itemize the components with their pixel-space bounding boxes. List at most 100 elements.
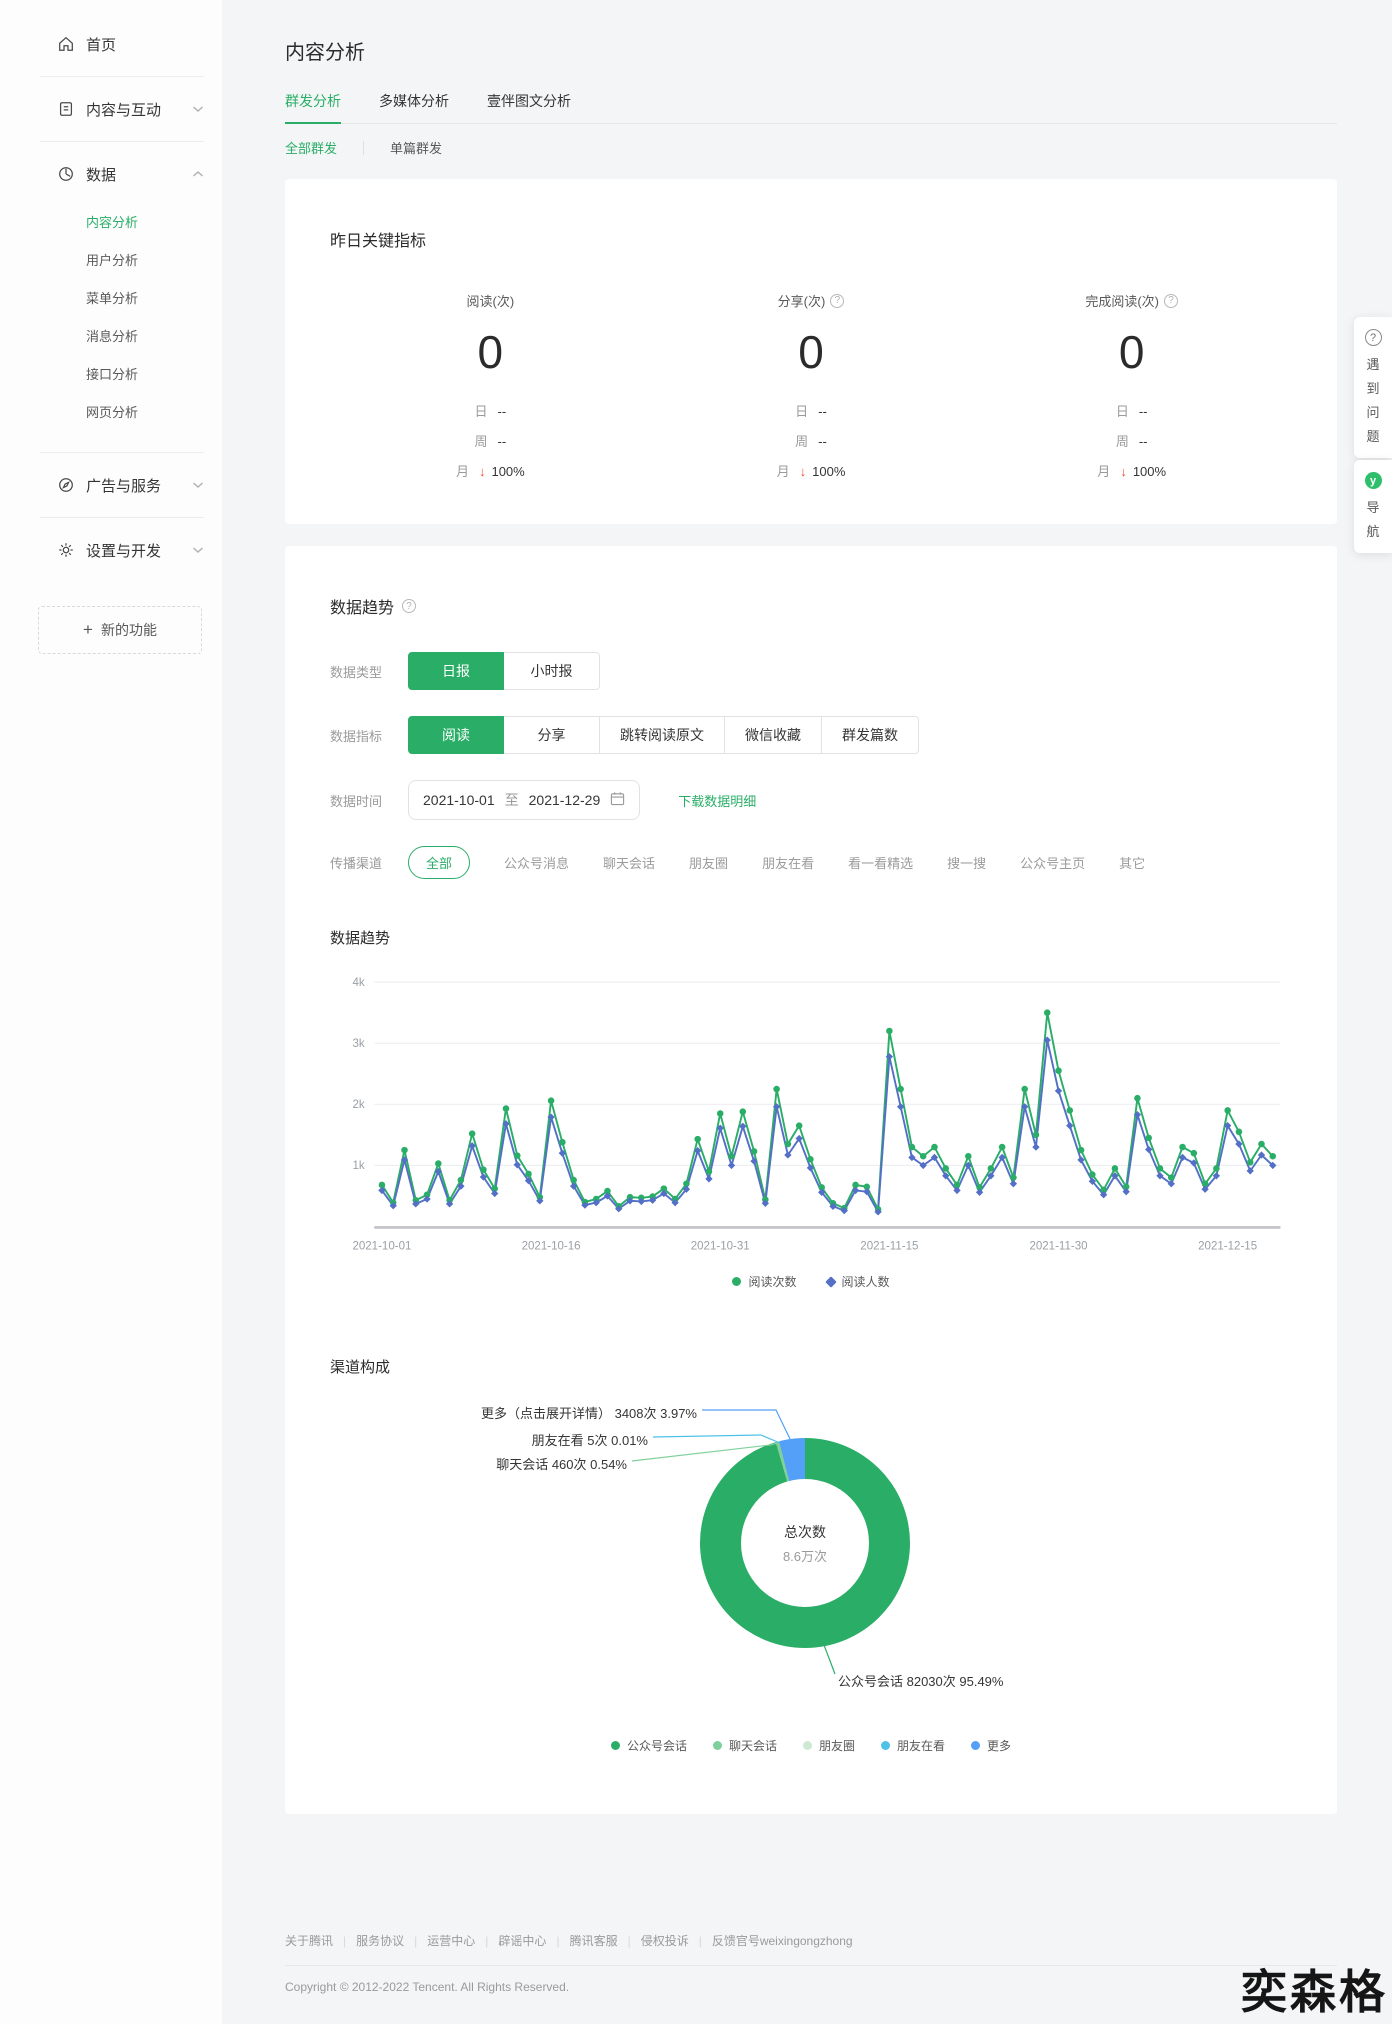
button-hourly[interactable]: 小时报 [504,652,600,690]
down-arrow-icon: ↓ [1120,464,1127,479]
sidebar-item-home[interactable]: 首页 [0,22,222,66]
pill-other[interactable]: 其它 [1119,853,1145,872]
metric-week-row: 周-- [651,431,972,450]
legend-read-users[interactable]: 阅读人数 [827,1273,890,1290]
tab-yiban-article-analysis[interactable]: 壹伴图文分析 [487,91,571,123]
sidebar-item-settings-dev[interactable]: 设置与开发 [0,528,222,572]
legend-label: 阅读次数 [748,1273,796,1290]
pill-top-stories[interactable]: 看一看精选 [848,853,913,872]
pill-friends-watching[interactable]: 朋友在看 [762,853,814,872]
legend-friends-watching[interactable]: 朋友在看 [881,1737,945,1754]
button-wechat-favorite[interactable]: 微信收藏 [725,716,822,754]
pill-official-message[interactable]: 公众号消息 [504,853,569,872]
nav-float-button[interactable]: y 导 航 [1354,460,1392,553]
sidebar-item-api-analysis[interactable]: 接口分析 [0,356,222,394]
metric-week-key: 周 [474,434,487,449]
nav-char: 航 [1366,523,1379,541]
sidebar-item-data[interactable]: 数据 [0,152,222,196]
pill-all[interactable]: 全部 [408,846,470,879]
sidebar: 首页 内容与互动 数据 内容分析 用户分析 菜单分析 消息分 [0,0,222,2024]
legend-more[interactable]: 更多 [971,1737,1011,1754]
legend-label: 朋友圈 [819,1737,855,1754]
trend-title-text: 数据趋势 [330,594,394,618]
donut-legend: 公众号会话 聊天会话 朋友圈 朋友在看 更多 [330,1737,1292,1754]
nav-char: 导 [1366,499,1379,517]
legend-dot-icon [881,1741,890,1750]
plus-icon: + [83,620,93,640]
trend-line-chart[interactable]: 1k2k3k4k2021-10-012021-10-162021-10-3120… [330,962,1292,1262]
sidebar-item-user-analysis[interactable]: 用户分析 [0,242,222,280]
footer-link-about[interactable]: 关于腾讯 [285,1934,333,1948]
sidebar-item-ads-services[interactable]: 广告与服务 [0,463,222,507]
home-icon [56,34,76,54]
sidebar-item-content-interact[interactable]: 内容与互动 [0,87,222,131]
footer-link-rumor-center[interactable]: 辟谣中心 [475,1934,546,1948]
footer-link-infringement[interactable]: 侵权投诉 [618,1934,689,1948]
legend-moments[interactable]: 朋友圈 [803,1737,855,1754]
metrics-card-title: 昨日关键指标 [330,227,1292,251]
subtab-single-mass-send[interactable]: 单篇群发 [390,138,442,157]
date-separator: 至 [505,790,519,810]
sidebar-item-menu-analysis[interactable]: 菜单分析 [0,280,222,318]
legend-label: 朋友在看 [897,1737,945,1754]
help-icon[interactable]: ? [402,599,416,613]
metric-month-key: 月 [777,464,790,479]
data-metric-group: 阅读 分享 跳转阅读原文 微信收藏 群发篇数 [408,716,919,754]
pill-search[interactable]: 搜一搜 [947,853,986,872]
compass-icon [56,475,76,495]
date-range-picker[interactable]: 2021-10-01 至 2021-12-29 [408,780,640,820]
metric-month-row: 月↓100% [651,461,972,480]
footer-link-terms[interactable]: 服务协议 [333,1934,404,1948]
sidebar-item-content-analysis[interactable]: 内容分析 [0,204,222,242]
metric-month-key: 月 [1097,464,1110,479]
metric-day-value: -- [498,404,507,419]
sidebar-item-web-analysis[interactable]: 网页分析 [0,394,222,432]
content-icon [56,99,76,119]
callout-more[interactable]: 更多（点击展开详情） 3408次 3.97% [481,1403,697,1422]
sidebar-item-message-analysis[interactable]: 消息分析 [0,318,222,356]
footer-link-support[interactable]: 腾讯客服 [546,1934,617,1948]
page-title: 内容分析 [285,36,1337,65]
line-chart-legend: 阅读次数 阅读人数 [330,1273,1292,1290]
footer-link-operation-center[interactable]: 运营中心 [404,1934,475,1948]
pill-chat-session[interactable]: 聊天会话 [603,853,655,872]
metric-week-row: 周-- [330,431,651,450]
new-feature-label: 新的功能 [101,620,157,640]
gear-icon [56,540,76,560]
legend-read-count[interactable]: 阅读次数 [732,1273,796,1290]
button-share[interactable]: 分享 [504,716,600,754]
legend-chat-session[interactable]: 聊天会话 [713,1737,777,1754]
new-feature-button[interactable]: + 新的功能 [38,606,202,654]
subtab-all-mass-send[interactable]: 全部群发 [285,138,337,157]
metric-day-key: 日 [795,404,808,419]
footer: 关于腾讯服务协议运营中心辟谣中心腾讯客服侵权投诉反馈官号weixingongzh… [285,1932,1337,2024]
donut-center-label: 总次数 [784,1522,826,1542]
footer-links: 关于腾讯服务协议运营中心辟谣中心腾讯客服侵权投诉反馈官号weixingongzh… [285,1932,1337,1949]
metric-month-value: 100% [1133,464,1166,479]
sidebar-item-label: 首页 [86,34,116,55]
help-icon[interactable]: ? [1164,294,1178,308]
metric-day-value: -- [818,404,827,419]
footer-link-feedback[interactable]: 反馈官号weixingongzhong [689,1934,853,1948]
button-mass-send-count[interactable]: 群发篇数 [822,716,919,754]
metric-week-row: 周-- [971,431,1292,450]
button-jump-original[interactable]: 跳转阅读原文 [600,716,725,754]
pill-official-homepage[interactable]: 公众号主页 [1020,853,1085,872]
download-data-link[interactable]: 下载数据明细 [678,791,756,810]
help-float-button[interactable]: ? 遇 到 问 题 [1354,317,1392,458]
sidebar-item-label: 内容与互动 [86,99,161,120]
tab-multimedia-analysis[interactable]: 多媒体分析 [379,91,449,123]
pill-moments[interactable]: 朋友圈 [689,853,728,872]
metric-month-row: 月 ↓ 100% [971,461,1292,480]
data-type-group: 日报 小时报 [408,652,600,690]
tab-mass-send-analysis[interactable]: 群发分析 [285,91,341,123]
metric-day-key: 日 [1116,404,1129,419]
filter-channel: 传播渠道 全部 公众号消息 聊天会话 朋友圈 朋友在看 看一看精选 搜一搜 公众… [330,846,1292,879]
button-daily[interactable]: 日报 [408,652,504,690]
channel-section-title: 渠道构成 [330,1356,1292,1377]
button-read[interactable]: 阅读 [408,716,504,754]
legend-official-session[interactable]: 公众号会话 [611,1737,687,1754]
legend-label: 聊天会话 [729,1737,777,1754]
filter-data-time: 数据时间 2021-10-01 至 2021-12-29 下载数据明细 [330,780,1292,820]
help-icon[interactable]: ? [830,294,844,308]
